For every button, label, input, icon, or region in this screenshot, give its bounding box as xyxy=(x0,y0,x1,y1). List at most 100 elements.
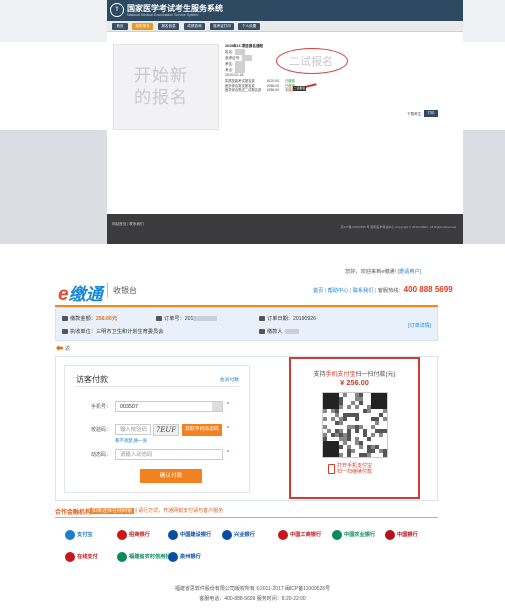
bank-item[interactable]: 招商银行 xyxy=(117,528,173,542)
cashier-title: 收银台 xyxy=(113,286,137,295)
partner-banks-title: 合作金融机构 xyxy=(55,510,92,516)
required-mark: * xyxy=(227,426,229,432)
bank-item[interactable]: 兴业银行 xyxy=(222,528,278,542)
bank-logo-icon xyxy=(168,551,178,562)
contact-link[interactable]: 联系我们 xyxy=(353,288,374,294)
emblem-icon: ⚕ xyxy=(110,3,124,17)
brand-divider xyxy=(107,283,108,297)
system-header: ⚕ 国家医学考试考生服务系统 National Medical Examinat… xyxy=(107,0,463,21)
required-mark: * xyxy=(227,402,229,408)
phone-icon xyxy=(328,464,335,474)
service-hotline-text: 客服电话：400-888-5699 服务时间：8:20-22:00 xyxy=(199,596,306,602)
phone-input[interactable]: 003507 xyxy=(115,401,223,412)
order-payee: 执收单位：三明市卫生和计划生育委员会 xyxy=(62,328,163,335)
qr-title: 支持手机支付宝扫一扫付款(元) xyxy=(313,372,396,378)
order-payer: 缴款人 xyxy=(259,328,299,335)
fee-table: 实践技能考试报名费 ¥120.00 已缴费 医学综合笔试报名费 ¥256.00 已缴费 … xyxy=(225,79,335,93)
new-registration-card[interactable]: 开始新的报名 xyxy=(113,44,219,130)
copyright-text: 福建省思软件股份有限公司版权所有 ©2011-2017 闽ICP备1100952… xyxy=(174,586,331,592)
wallet-icon xyxy=(62,316,68,322)
nav-admission-print[interactable]: 准考证打印 xyxy=(210,23,234,30)
captcha-input[interactable]: 输入校验码 xyxy=(115,424,151,435)
back-arrow-icon[interactable] xyxy=(56,345,63,351)
visitor-payment-box: 访客付款 会员付款 手机号： 003507 * 校验码： 输入校验码 7EUF … xyxy=(64,365,250,493)
user-icon xyxy=(259,329,265,335)
bank-item[interactable]: 福建省农村信用社 xyxy=(117,550,173,564)
system-content: 开始新的报名 2019年16 项目报名通知 姓名: 准考证号: 考区: 考点: … xyxy=(107,32,463,214)
qr-payment-box: 支持手机支付宝扫一扫付款(元) ¥ 256.00 打开手机支付宝 扫一扫继续付款 xyxy=(289,357,420,499)
bank-item[interactable]: 在线支付 xyxy=(65,550,121,564)
second-exam-button[interactable]: 二试报名 xyxy=(293,86,306,91)
table-row: 医学综合笔试二试报名费 ¥256.00 未缴费 xyxy=(225,88,295,93)
nav-registration-info[interactable]: 报名信息 xyxy=(158,23,179,30)
exam-system-screenshot: ⚕ 国家医学考试考生服务系统 National Medical Examinat… xyxy=(0,0,505,244)
highlight-oval xyxy=(276,48,348,74)
system-footer: 网站首页 | 联系我们 京ICP备 09040395 号 国家医学考试中心 Co… xyxy=(107,214,463,244)
invite-link[interactable]: [邀请用户] xyxy=(397,269,421,275)
top-links: 首页 | 帮助中心 | 联系我们 | 客服热线：400 888 5699 xyxy=(313,285,453,294)
welcome-text: 您好，欢迎来到e缴通! [邀请用户] xyxy=(345,269,422,275)
bank-item[interactable]: 支付宝 xyxy=(65,528,121,542)
dynamic-code-input[interactable]: 请输入动态码 xyxy=(115,449,223,460)
phone-label: 手机号： xyxy=(90,404,111,410)
bank-item[interactable]: 中国农业银行 xyxy=(332,528,388,542)
bank-logo-icon xyxy=(117,529,127,540)
divider xyxy=(75,386,239,387)
download-label: 下载考生 xyxy=(407,112,422,116)
required-mark: * xyxy=(227,450,229,456)
print-button[interactable]: 打印 xyxy=(424,110,438,117)
system-subtitle: National Medical Examination Service Sys… xyxy=(127,13,199,17)
hotline-label: 客服热线： xyxy=(377,288,404,294)
order-amount: 缴款金额：256.00元 xyxy=(62,315,117,322)
bank-logo-icon xyxy=(168,529,178,540)
payment-panel: 访客付款 会员付款 手机号： 003507 * 校验码： 输入校验码 7EUF … xyxy=(55,356,438,501)
hotline-number: 400 888 5699 xyxy=(403,285,453,294)
order-date: 订单日期：20190926 xyxy=(259,315,316,322)
cashier-screenshot: e缴通 收银台 您好，欢迎来到e缴通! [邀请用户] 首页 | 帮助中心 | 联… xyxy=(0,256,505,616)
calendar-icon xyxy=(259,316,265,322)
bank-item[interactable]: 中国工商银行 xyxy=(278,528,334,542)
nav-settings[interactable]: 个人设置 xyxy=(238,23,260,30)
nav-home[interactable]: 首页 xyxy=(112,23,128,30)
building-icon xyxy=(62,329,68,335)
bank-item[interactable]: 泉州银行 xyxy=(168,550,224,564)
bank-logo-icon xyxy=(222,529,232,540)
new-registration-text: 开始新的报名 xyxy=(134,66,188,107)
home-link[interactable]: 首页 xyxy=(313,288,323,294)
qr-hint: 打开手机支付宝 扫一扫继续付款 xyxy=(328,463,388,476)
refresh-captcha-link[interactable]: 看不清楚,换一张 xyxy=(115,438,147,444)
help-link[interactable]: 帮助中心 xyxy=(328,288,349,294)
captcha-label: 校验码： xyxy=(90,427,111,433)
get-sms-code-button[interactable]: 获取手机动态码 xyxy=(182,424,222,436)
order-number: 订单号：201 xyxy=(156,315,218,322)
person-icon xyxy=(212,402,222,411)
order-summary: 缴款金额：256.00元 订单号：201 订单日期：20190926 执收单位：… xyxy=(55,307,438,341)
reg-line: 2019-02-18 xyxy=(225,73,244,77)
member-payment-link[interactable]: 会员付款 xyxy=(220,376,239,383)
bank-item[interactable]: 中国银行 xyxy=(385,528,441,542)
footer-links[interactable]: 网站首页 | 联系我们 xyxy=(112,222,144,227)
system-nav: 首页 我的报名 报名信息 成绩查询 准考证打印 个人设置 xyxy=(107,21,463,32)
exam-system-frame: ⚕ 国家医学考试考生服务系统 National Medical Examinat… xyxy=(107,0,463,244)
bank-logo-icon xyxy=(332,529,342,540)
dynamic-code-label: 动态码： xyxy=(90,452,111,458)
bank-logo-icon xyxy=(278,529,288,540)
visitor-title: 访客付款 xyxy=(76,375,108,384)
document-icon xyxy=(156,316,162,322)
bank-logo-icon xyxy=(117,551,127,562)
back-link[interactable]: 返 xyxy=(65,345,70,352)
bank-logo-icon xyxy=(385,529,395,540)
captcha-image[interactable]: 7EUF xyxy=(153,424,179,436)
nav-score-query[interactable]: 成绩查询 xyxy=(184,23,205,30)
bank-item[interactable]: 中国建设银行 xyxy=(168,528,224,542)
confirm-payment-button[interactable]: 确认付款 xyxy=(140,469,202,483)
order-detail-link[interactable]: [订单详情] xyxy=(408,322,431,329)
nav-my-registration[interactable]: 我的报名 xyxy=(132,23,153,30)
bank-logo-icon xyxy=(65,529,75,540)
brand-logo: e缴通 xyxy=(58,284,103,305)
bank-logo-icon xyxy=(65,551,75,562)
qr-amount: ¥ 256.00 xyxy=(340,378,369,387)
qr-code-icon[interactable] xyxy=(322,392,388,458)
bank-tip: 如果选择在线网银 | 请行方式，开通网银支付请与客户服务 xyxy=(90,508,224,514)
footer-copyright: 京ICP备 09040395 号 国家医学考试中心 Copyright © 20… xyxy=(340,225,457,229)
